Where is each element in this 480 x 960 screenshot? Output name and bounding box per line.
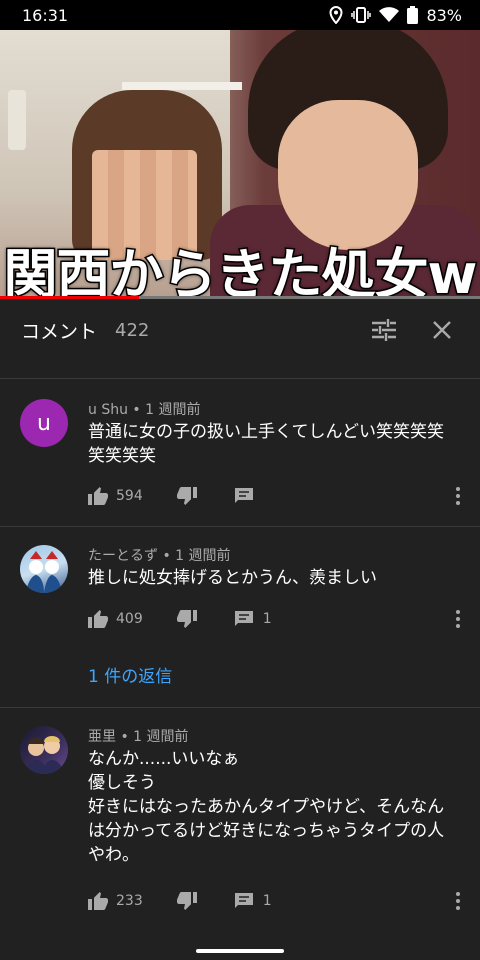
comment-icon: [234, 893, 253, 908]
like-count: 409: [116, 611, 143, 627]
like-count: 233: [116, 893, 143, 909]
like-button[interactable]: [88, 487, 108, 505]
like-button[interactable]: [88, 610, 108, 628]
reply-button[interactable]: [234, 893, 253, 909]
sort-filter-icon[interactable]: [366, 312, 402, 348]
dislike-button[interactable]: [176, 892, 197, 910]
reply-count: 1: [262, 893, 272, 909]
location-icon: [329, 6, 343, 24]
avatar-letter: u: [37, 410, 51, 436]
reply-count: 1: [262, 611, 272, 627]
more-options-icon[interactable]: [448, 607, 468, 631]
comment-text: なんか......いいなぁ 優しそう 好きにはなったあかんタイプやけど、そんなん…: [88, 749, 445, 865]
comment-actions: 409 1: [88, 607, 272, 631]
avatar[interactable]: [20, 726, 68, 774]
comment-item: 亜里 • 1 週間前 なんか......いいなぁ 優しそう 好きにはなったあかん…: [0, 708, 480, 938]
reply-button[interactable]: [234, 611, 253, 627]
battery-level: 83%: [426, 5, 462, 25]
comment-meta: 亜里 • 1 週間前: [88, 729, 189, 745]
dislike-button[interactable]: [176, 487, 197, 505]
comments-count: 422: [115, 319, 150, 341]
thumb-up-icon: [88, 487, 108, 505]
avatar[interactable]: u: [20, 399, 68, 447]
like-button[interactable]: [88, 892, 108, 910]
comment-icon: [234, 488, 253, 503]
comment-meta: たーとるず • 1 週間前: [88, 548, 231, 564]
comment-icon: [234, 611, 253, 626]
view-replies-link[interactable]: 1 件の返信: [88, 662, 172, 687]
comment-text: 普通に女の子の扱い上手くてしんどい笑笑笑笑 笑笑笑笑: [88, 422, 444, 466]
thumb-up-icon: [88, 892, 108, 910]
thumb-down-icon: [176, 487, 197, 505]
comment-item: たーとるず • 1 週間前 推しに処女捧げるとかうん、羨ましい 409 1 1 …: [0, 527, 480, 707]
status-time: 16:31: [22, 5, 69, 25]
video-person-right-face: [278, 100, 418, 250]
vibrate-icon: [351, 6, 372, 24]
avatar[interactable]: [20, 545, 68, 593]
thumb-up-icon: [88, 610, 108, 628]
reply-button[interactable]: [234, 488, 253, 504]
gesture-nav-handle[interactable]: [196, 949, 284, 953]
thumb-down-icon: [176, 892, 197, 910]
comment-meta: u Shu • 1 週間前: [88, 402, 201, 418]
comment-actions: 594: [88, 484, 253, 508]
more-options-icon[interactable]: [448, 889, 468, 913]
dislike-button[interactable]: [176, 610, 197, 628]
comment-actions: 233 1: [88, 889, 272, 913]
video-player[interactable]: 関西からきた処女w: [0, 30, 480, 298]
comments-title: コメント: [21, 320, 98, 343]
comment-item: u u Shu • 1 週間前 普通に女の子の扱い上手くてしんどい笑笑笑笑 笑笑…: [0, 379, 480, 526]
video-caption: 関西からきた処女w: [2, 242, 479, 299]
wifi-icon: [379, 7, 400, 23]
comment-text: 推しに処女捧げるとかうん、羨ましい: [88, 568, 377, 588]
video-lamp: [8, 90, 26, 150]
status-bar: 16:31 83%: [0, 0, 480, 30]
more-options-icon[interactable]: [448, 484, 468, 508]
like-count: 594: [116, 488, 143, 504]
battery-icon: [407, 6, 419, 24]
comments-header: コメント 422: [0, 299, 480, 361]
close-icon[interactable]: [424, 312, 460, 348]
video-shelf: [122, 82, 242, 90]
thumb-down-icon: [176, 610, 197, 628]
